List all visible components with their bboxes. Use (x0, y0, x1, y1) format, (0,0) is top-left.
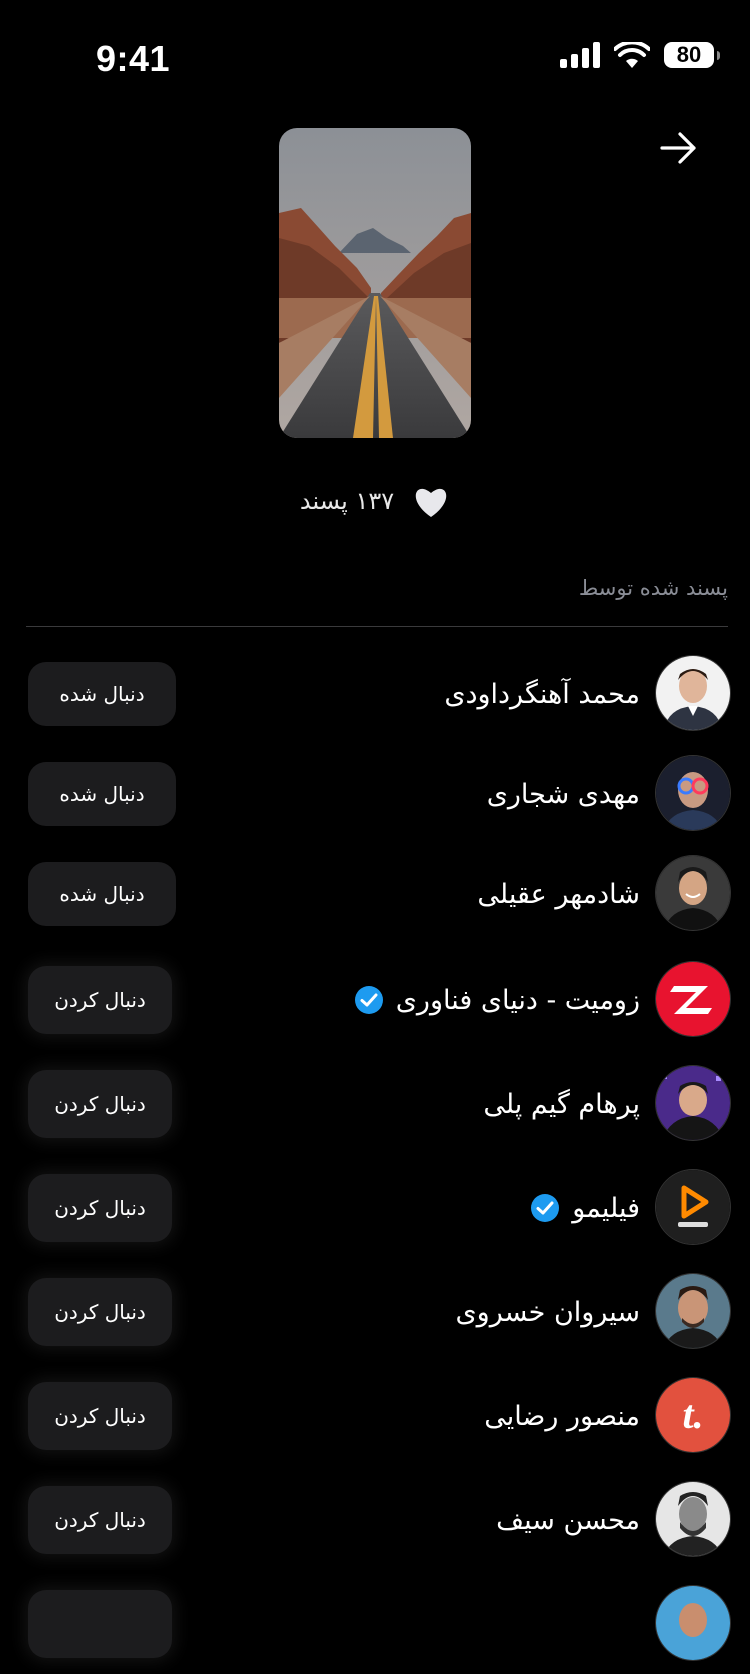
user-name: سیروان خسروی (455, 1296, 640, 1328)
list-item[interactable]: فیلیمو دنبال کردن (0, 1158, 750, 1258)
avatar[interactable]: t. (656, 1378, 730, 1452)
svg-text:t.: t. (682, 1392, 703, 1437)
cellular-signal-icon (560, 42, 600, 68)
list-item[interactable]: t. منصور رضایی دنبال کردن (0, 1366, 750, 1466)
list-item[interactable]: محسن سیف دنبال کردن (0, 1470, 750, 1570)
avatar[interactable] (656, 1482, 730, 1556)
divider (26, 626, 728, 627)
follow-button[interactable]: دنبال کردن (28, 1382, 172, 1450)
status-bar: 9:41 80 (0, 0, 750, 120)
list-item[interactable]: مهدی شجاری دنبال شده (0, 744, 750, 844)
name-wrap: سیروان خسروی (456, 1262, 640, 1362)
user-name: مهدی شجاری (486, 778, 640, 810)
list-item[interactable] (0, 1574, 750, 1674)
avatar-image (656, 1482, 730, 1556)
user-name: پرهام گیم پلی (483, 1088, 640, 1120)
avatar-image (656, 656, 730, 730)
wifi-icon (614, 42, 650, 68)
liked-by-title: پسند شده توسط (578, 576, 728, 600)
name-wrap: مهدی شجاری (487, 744, 640, 844)
heart-icon[interactable] (412, 484, 450, 518)
following-button[interactable]: دنبال شده (28, 762, 176, 826)
verified-badge-icon (354, 986, 383, 1014)
verified-badge-icon (531, 1194, 560, 1222)
list-item[interactable]: سیروان خسروی دنبال کردن (0, 1262, 750, 1362)
avatar[interactable] (656, 656, 730, 730)
likes-row: ۱۳۷ پسند (0, 484, 750, 518)
avatar-image (656, 1066, 730, 1140)
name-wrap: محمد آهنگرداودی (444, 644, 640, 744)
avatar-image (656, 1274, 730, 1348)
name-wrap: پرهام گیم پلی (483, 1054, 640, 1154)
user-name: محسن سیف (496, 1504, 640, 1536)
follow-button[interactable]: دنبال کردن (28, 1070, 172, 1138)
name-wrap: فیلیمو (530, 1158, 640, 1258)
status-time: 9:41 (96, 38, 171, 79)
list-item[interactable]: شادمهر عقیلی دنبال شده (0, 844, 750, 944)
avatar-image (656, 756, 730, 830)
follow-button[interactable]: دنبال کردن (28, 1174, 172, 1242)
avatar[interactable] (656, 1170, 730, 1244)
avatar[interactable] (656, 1274, 730, 1348)
name-wrap: محسن سیف (496, 1470, 640, 1570)
list-item[interactable]: پرهام گیم پلی دنبال کردن (0, 1054, 750, 1154)
user-name: شادمهر عقیلی (477, 878, 640, 910)
following-button[interactable]: دنبال شده (28, 662, 176, 726)
avatar-image (656, 962, 730, 1036)
avatar-image: t. (656, 1378, 730, 1452)
user-name: فیلیمو (572, 1192, 640, 1224)
arrow-right-icon (660, 132, 696, 164)
avatar[interactable] (656, 1066, 730, 1140)
user-name: زومیت - دنیای فناوری (395, 984, 640, 1016)
story-thumbnail[interactable] (279, 128, 471, 438)
follow-button[interactable] (28, 1590, 172, 1658)
avatar[interactable] (656, 756, 730, 830)
follow-button[interactable]: دنبال کردن (28, 966, 172, 1034)
list-item[interactable]: محمد آهنگرداودی دنبال شده (0, 644, 750, 744)
name-wrap: منصور رضایی (484, 1366, 640, 1466)
user-name: محمد آهنگرداودی (444, 678, 640, 710)
battery-indicator: 80 (664, 42, 720, 68)
avatar[interactable] (656, 856, 730, 930)
avatar-image (656, 856, 730, 930)
name-wrap: شادمهر عقیلی (477, 844, 640, 944)
following-button[interactable]: دنبال شده (28, 862, 176, 926)
name-wrap: زومیت - دنیای فناوری (354, 950, 640, 1050)
follow-button[interactable]: دنبال کردن (28, 1486, 172, 1554)
likes-count: ۱۳۷ پسند (299, 487, 395, 515)
avatar-image (656, 1170, 730, 1244)
road-photo (279, 128, 471, 438)
avatar[interactable] (656, 962, 730, 1036)
status-icons: 80 (560, 42, 720, 68)
back-button[interactable] (654, 124, 702, 172)
avatar-image (656, 1586, 730, 1660)
follow-button[interactable]: دنبال کردن (28, 1278, 172, 1346)
user-name: منصور رضایی (484, 1400, 640, 1432)
list-item[interactable]: زومیت - دنیای فناوری دنبال کردن (0, 950, 750, 1050)
avatar[interactable] (656, 1586, 730, 1660)
